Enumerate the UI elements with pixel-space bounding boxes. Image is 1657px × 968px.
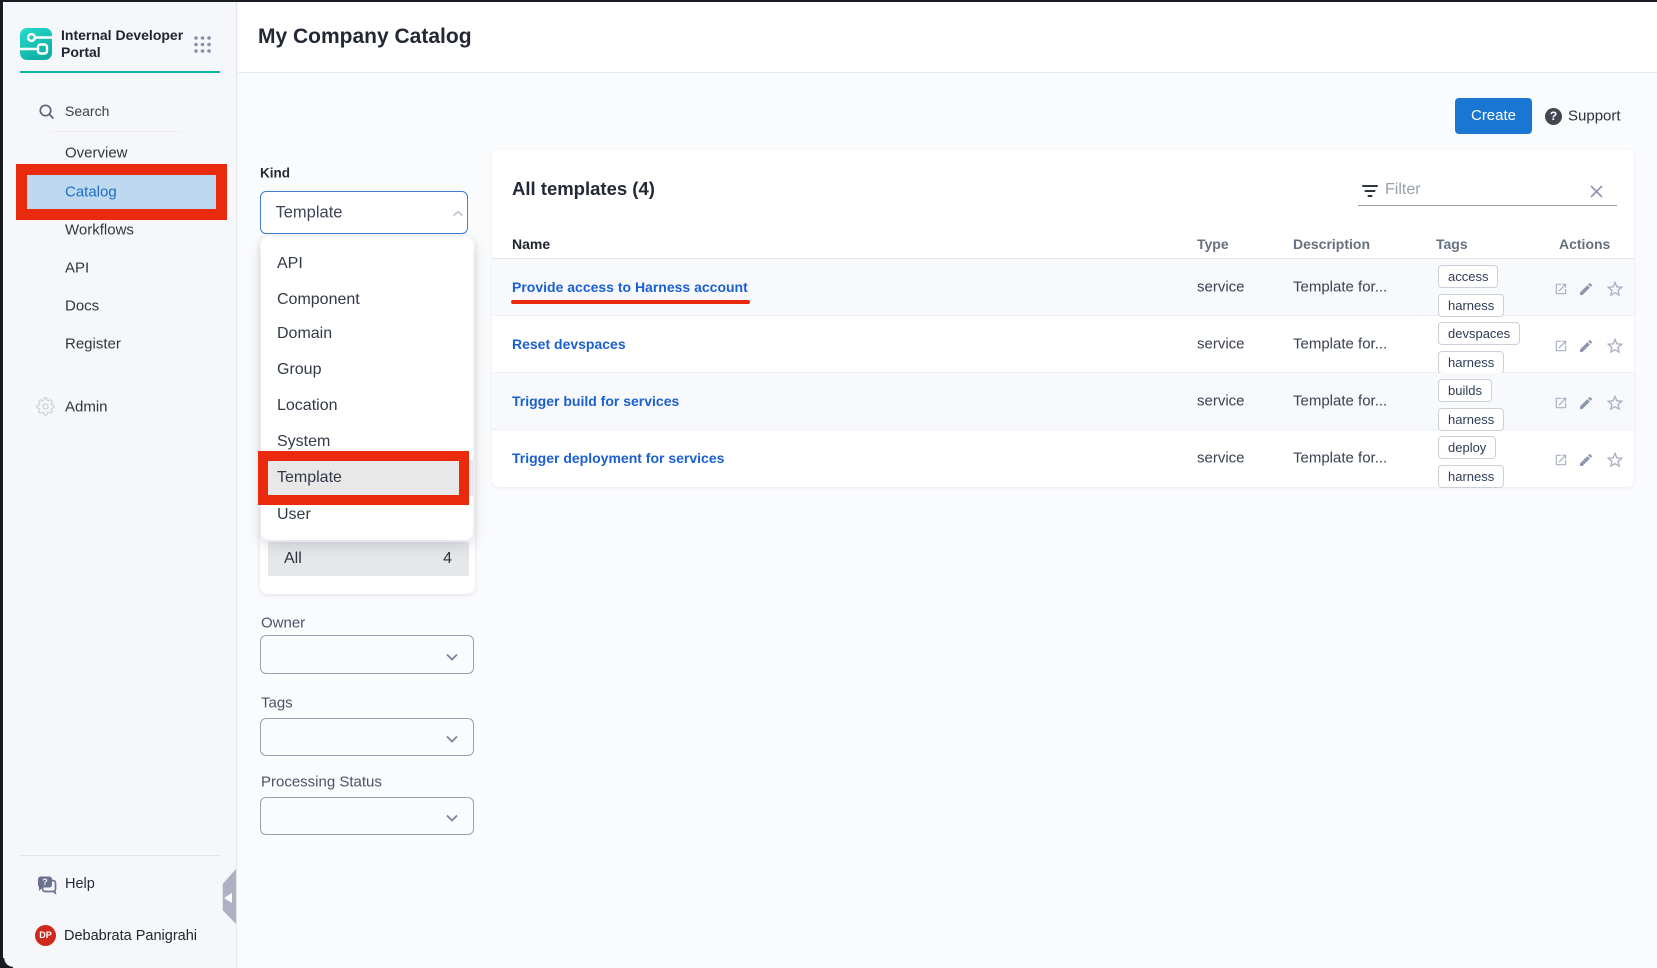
- svg-text:?: ?: [42, 877, 48, 887]
